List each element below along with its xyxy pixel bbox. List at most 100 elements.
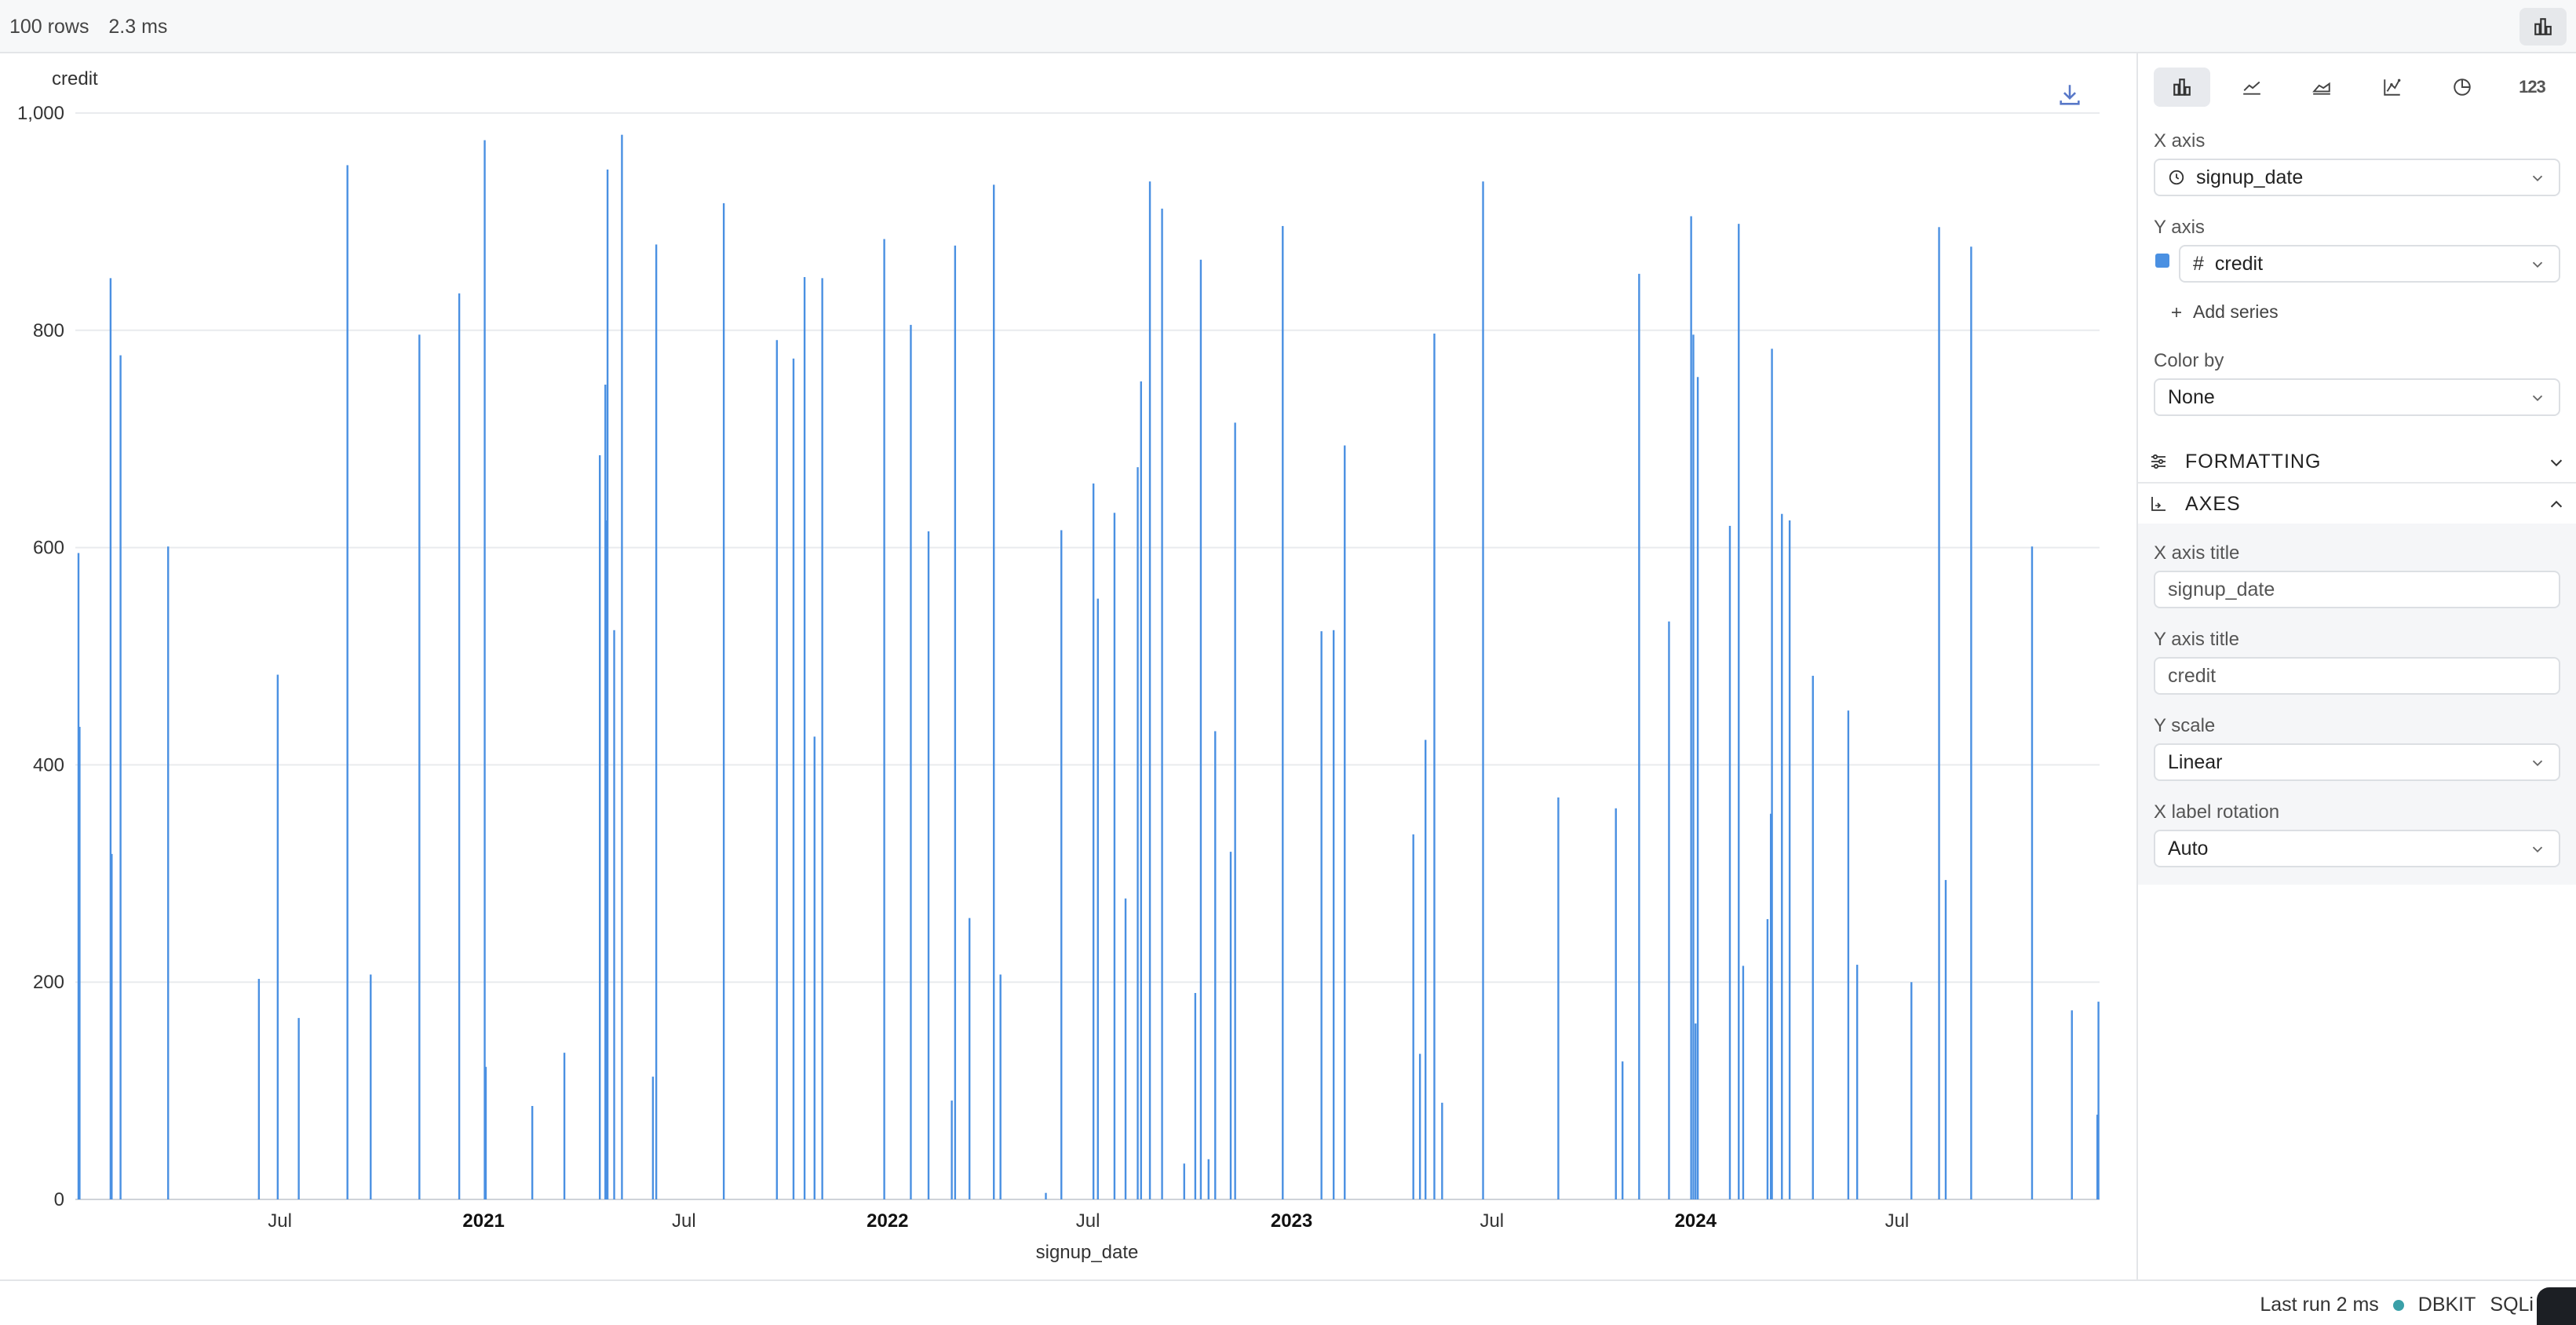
bar[interactable]	[1096, 598, 1099, 1199]
y-axis-select[interactable]: # credit	[2179, 245, 2560, 283]
bar[interactable]	[1855, 965, 1859, 1199]
bar[interactable]	[484, 1067, 487, 1199]
bar[interactable]	[1124, 898, 1127, 1199]
download-chart-button[interactable]	[2056, 82, 2091, 116]
bar[interactable]	[821, 278, 823, 1199]
bar[interactable]	[1766, 918, 1769, 1199]
bar[interactable]	[458, 293, 461, 1199]
bar[interactable]	[1161, 208, 1163, 1199]
bar[interactable]	[775, 340, 779, 1200]
bar[interactable]	[119, 355, 122, 1200]
bar[interactable]	[655, 244, 658, 1199]
chart-type-line-button[interactable]	[2224, 68, 2280, 107]
bar[interactable]	[1092, 483, 1095, 1199]
bar[interactable]	[2031, 546, 2034, 1199]
bar[interactable]	[563, 1053, 566, 1199]
x-axis-title-input[interactable]: signup_date	[2154, 571, 2560, 608]
chart-type-number-button[interactable]: 123	[2504, 68, 2560, 107]
bar[interactable]	[1424, 739, 1427, 1199]
bar[interactable]	[1696, 377, 1699, 1199]
bar[interactable]	[950, 1101, 953, 1199]
bar[interactable]	[1638, 273, 1640, 1199]
bar[interactable]	[613, 630, 615, 1199]
bar[interactable]	[1344, 445, 1346, 1199]
series-color-swatch[interactable]	[2155, 254, 2169, 268]
bar[interactable]	[792, 358, 795, 1200]
bar[interactable]	[1234, 422, 1236, 1199]
bar[interactable]	[813, 736, 815, 1199]
bar[interactable]	[1668, 621, 1670, 1199]
bar[interactable]	[370, 974, 372, 1199]
chart-type-scatter-button[interactable]	[2364, 68, 2421, 107]
bar[interactable]	[1771, 349, 1773, 1199]
bar[interactable]	[1441, 1102, 1443, 1199]
x-axis-select[interactable]: signup_date	[2154, 159, 2560, 196]
bar[interactable]	[606, 169, 609, 1199]
bar[interactable]	[483, 140, 486, 1200]
corner-widget[interactable]	[2537, 1287, 2576, 1325]
bar[interactable]	[1742, 965, 1745, 1199]
bar[interactable]	[1910, 982, 1913, 1199]
bar[interactable]	[78, 726, 81, 1199]
bar[interactable]	[167, 546, 170, 1199]
y-scale-select[interactable]: Linear	[2154, 743, 2560, 781]
chart-type-area-button[interactable]	[2293, 68, 2350, 107]
bar[interactable]	[346, 165, 348, 1199]
bar[interactable]	[1320, 631, 1323, 1199]
bar[interactable]	[418, 334, 421, 1200]
bar[interactable]	[1140, 381, 1142, 1199]
chart-type-bar-button[interactable]	[2154, 68, 2210, 107]
bar[interactable]	[803, 276, 806, 1199]
bar[interactable]	[910, 324, 912, 1199]
formatting-section-header[interactable]: FORMATTING	[2138, 441, 2576, 482]
bar[interactable]	[297, 1017, 300, 1199]
bar[interactable]	[651, 1076, 655, 1199]
bar[interactable]	[993, 184, 995, 1199]
bar[interactable]	[2097, 1002, 2100, 1199]
bar[interactable]	[1738, 224, 1740, 1200]
color-by-select[interactable]: None	[2154, 378, 2560, 416]
bar[interactable]	[968, 918, 971, 1199]
add-series-button[interactable]: Add series	[2169, 301, 2279, 323]
bar[interactable]	[883, 239, 885, 1200]
bar[interactable]	[1282, 225, 1284, 1199]
bar[interactable]	[2071, 1010, 2073, 1199]
bar[interactable]	[1847, 710, 1850, 1199]
bar[interactable]	[1199, 259, 1202, 1200]
chart-type-pie-button[interactable]	[2434, 68, 2490, 107]
bar[interactable]	[954, 245, 957, 1199]
bar[interactable]	[276, 674, 279, 1199]
bar[interactable]	[1788, 520, 1791, 1199]
bar[interactable]	[1183, 1163, 1185, 1199]
bar[interactable]	[1482, 181, 1484, 1199]
bar[interactable]	[1557, 797, 1560, 1199]
bar[interactable]	[1194, 993, 1197, 1199]
bar[interactable]	[1060, 530, 1063, 1199]
bar[interactable]	[1137, 467, 1139, 1199]
bar[interactable]	[1332, 630, 1335, 1199]
axes-section-header[interactable]: AXES	[2138, 484, 2576, 524]
bar[interactable]	[722, 203, 725, 1199]
bar[interactable]	[1045, 1192, 1047, 1199]
bar[interactable]	[999, 974, 1002, 1199]
bar[interactable]	[1229, 852, 1232, 1199]
x-label-rotation-select[interactable]: Auto	[2154, 830, 2560, 867]
bar[interactable]	[1433, 333, 1436, 1199]
bar[interactable]	[1781, 513, 1783, 1199]
bar[interactable]	[1728, 525, 1731, 1199]
bar[interactable]	[621, 134, 623, 1200]
bar[interactable]	[1418, 1053, 1421, 1199]
bar[interactable]	[1615, 808, 1617, 1199]
bar[interactable]	[1938, 227, 1940, 1199]
bar[interactable]	[1690, 216, 1692, 1199]
bar[interactable]	[1207, 1159, 1210, 1199]
bar[interactable]	[1944, 880, 1947, 1199]
bar[interactable]	[111, 853, 113, 1199]
y-axis-title-input[interactable]: credit	[2154, 657, 2560, 695]
bar[interactable]	[1412, 834, 1414, 1199]
bar[interactable]	[531, 1105, 534, 1199]
bar[interactable]	[1214, 731, 1217, 1199]
bar[interactable]	[1970, 246, 1972, 1200]
bar[interactable]	[1695, 1023, 1697, 1199]
bar[interactable]	[1113, 513, 1116, 1199]
